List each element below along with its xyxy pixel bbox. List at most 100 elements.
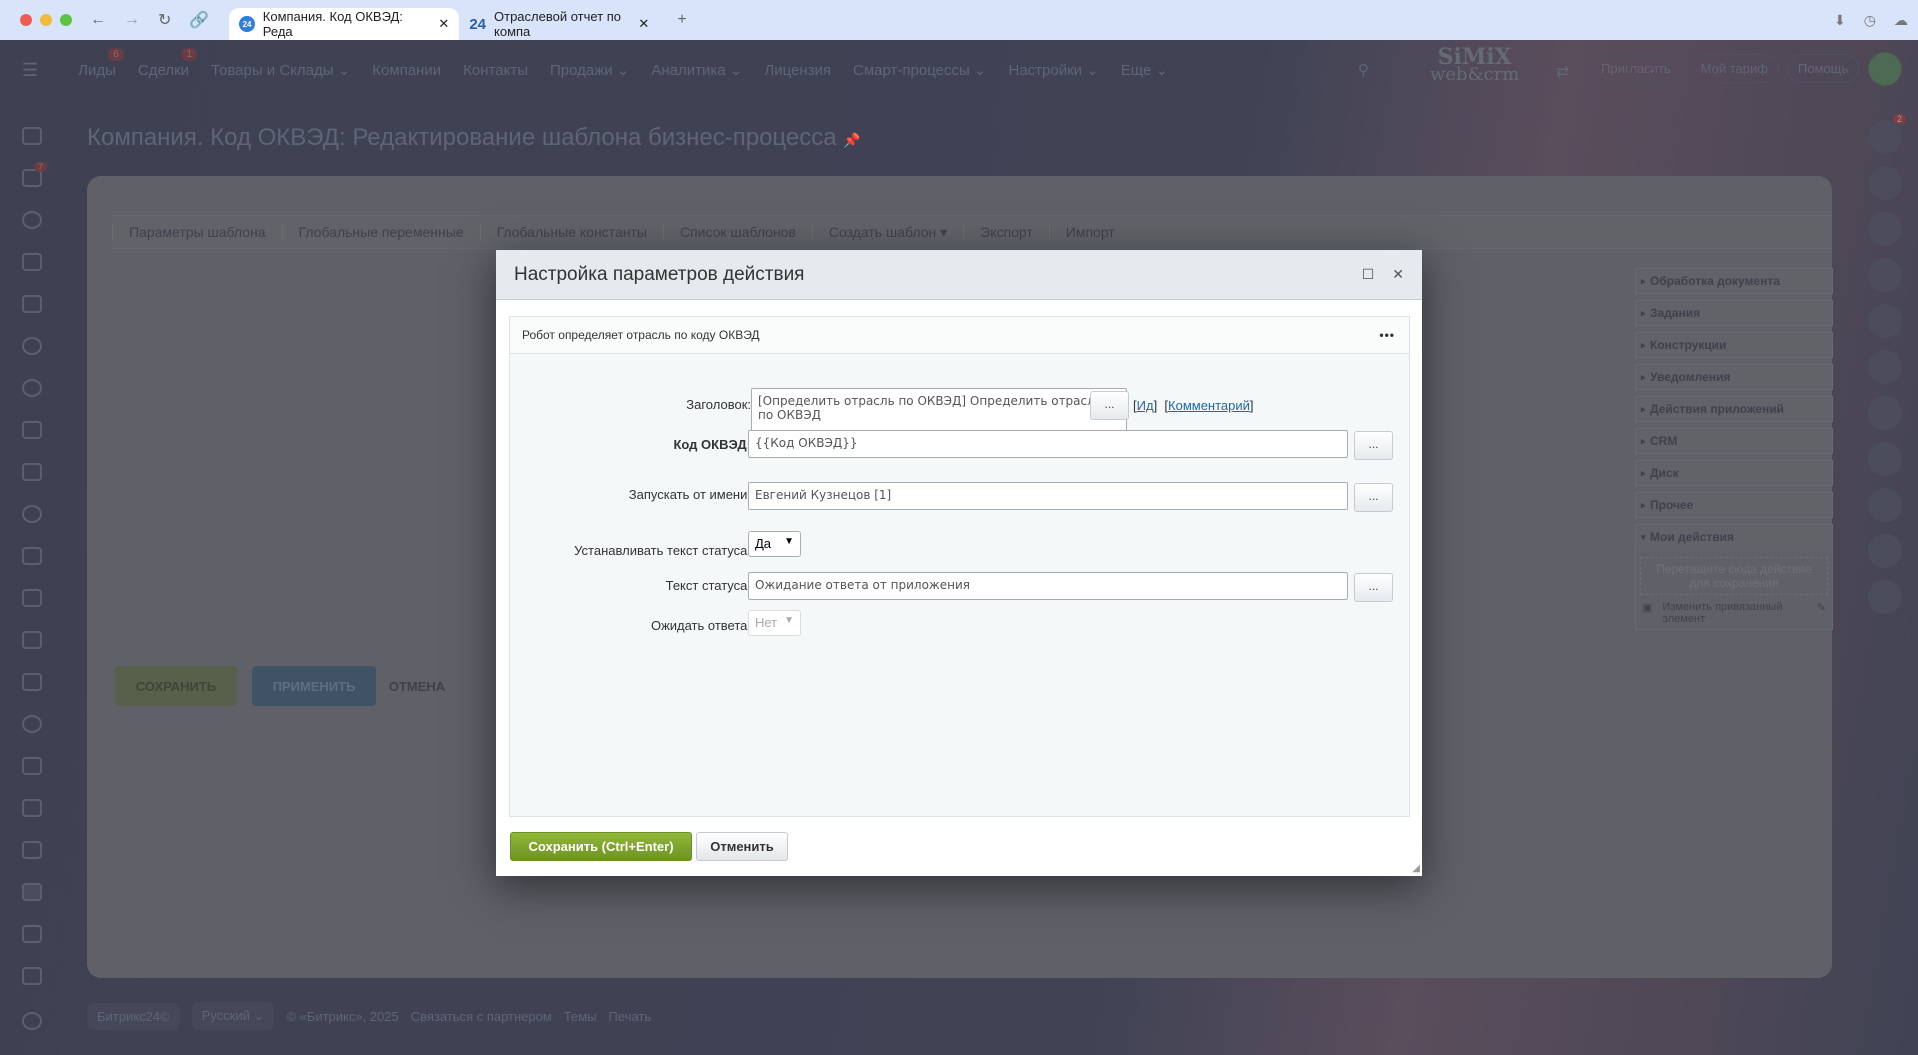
gear-icon[interactable] <box>22 1012 42 1030</box>
more-icon[interactable]: ••• <box>1379 328 1395 342</box>
comment-link[interactable]: Комментарий <box>1168 398 1250 413</box>
id-link[interactable]: Ид <box>1137 398 1154 413</box>
hexagon-icon[interactable] <box>22 505 42 523</box>
title-insert-button[interactable]: ... <box>1090 391 1129 420</box>
tab-template-params[interactable]: Параметры шаблона <box>112 224 282 240</box>
okved-insert-button[interactable]: ... <box>1354 431 1393 460</box>
nav-item-settings[interactable]: Настройки ⌄ <box>1008 61 1098 79</box>
process-icon[interactable] <box>22 379 42 397</box>
contact-icon[interactable] <box>1868 304 1902 338</box>
group-crm[interactable]: CRM <box>1635 428 1833 454</box>
file-icon[interactable] <box>22 589 42 607</box>
wait-select[interactable]: Нет ▼ <box>748 610 801 636</box>
new-tab-button[interactable]: + <box>677 11 686 29</box>
status-text-insert-button[interactable]: ... <box>1354 573 1393 602</box>
okved-input[interactable]: {{Код ОКВЭД}} <box>748 430 1348 458</box>
link-icon[interactable]: 🔗 <box>189 10 209 30</box>
tab-template-list[interactable]: Список шаблонов <box>662 224 812 240</box>
reload-icon[interactable]: ↻ <box>158 10 171 30</box>
tab-create-template[interactable]: Создать шаблон ▾ <box>811 223 963 241</box>
pin-icon[interactable]: 📌 <box>843 132 860 148</box>
messages-icon[interactable] <box>1868 258 1902 292</box>
contact-card-icon[interactable] <box>22 841 42 859</box>
calendar-icon[interactable] <box>22 547 42 565</box>
nav-item-leads[interactable]: Лиды 6 <box>78 47 124 79</box>
search-icon[interactable]: ⚲ <box>1358 61 1369 79</box>
close-tab-icon[interactable]: ✕ <box>438 16 449 32</box>
board-icon[interactable] <box>22 757 42 775</box>
download-icon[interactable]: ⬇ <box>1834 12 1846 29</box>
cart-icon[interactable] <box>22 253 42 271</box>
users-icon[interactable] <box>22 715 42 733</box>
nav-item-companies[interactable]: Компании <box>372 62 441 79</box>
tariff-button[interactable]: Мой тариф <box>1689 54 1779 83</box>
forward-icon[interactable]: → <box>124 11 140 29</box>
group-notifications[interactable]: Уведомления <box>1635 364 1833 390</box>
contact-icon[interactable] <box>1868 350 1902 384</box>
dialog-save-button[interactable]: Сохранить (Ctrl+Enter) <box>510 832 692 861</box>
contact-icon[interactable] <box>1868 534 1902 568</box>
drop-zone[interactable]: Перетащите сюда действие для сохранения <box>1640 557 1828 595</box>
run-as-input[interactable]: Евгений Кузнецов [1] <box>748 482 1348 510</box>
stripes-icon[interactable] <box>22 967 42 985</box>
chat-icon[interactable] <box>22 463 42 481</box>
invite-button[interactable]: Пригласить <box>1590 54 1682 83</box>
chart-icon[interactable] <box>22 799 42 817</box>
nav-item-contacts[interactable]: Контакты <box>463 62 528 79</box>
dialog-cancel-button[interactable]: Отменить <box>696 832 788 861</box>
history-icon[interactable]: ◷ <box>1864 12 1876 29</box>
cloud-icon[interactable]: ☁ <box>1894 12 1908 29</box>
pencil-icon[interactable]: ✎ <box>1817 601 1826 625</box>
title-textarea[interactable]: [Определить отрасль по ОКВЭД] Определить… <box>751 388 1127 432</box>
document-icon[interactable] <box>22 421 42 439</box>
nav-item-goods[interactable]: Товары и Склады ⌄ <box>211 61 350 79</box>
themes-link[interactable]: Темы <box>564 1009 597 1024</box>
terminal-icon[interactable] <box>22 631 42 649</box>
tab-global-variables[interactable]: Глобальные переменные <box>281 224 480 240</box>
nav-item-deals[interactable]: Сделки 1 <box>138 47 198 79</box>
print-link[interactable]: Печать <box>609 1009 652 1024</box>
minimize-window-button[interactable] <box>40 14 52 26</box>
close-tab-icon[interactable]: ✕ <box>638 16 649 32</box>
resize-handle[interactable]: ◢ <box>1412 863 1420 874</box>
menu-icon[interactable]: ☰ <box>22 60 38 81</box>
group-avatar[interactable] <box>1868 442 1902 476</box>
group-app-actions[interactable]: Действия приложений <box>1635 396 1833 422</box>
tab-global-constants[interactable]: Глобальные константы <box>479 224 663 240</box>
my-action-item[interactable]: ▣ Изменить привязанный элемент ✎ <box>1636 601 1832 625</box>
group-tasks[interactable]: Задания <box>1635 300 1833 326</box>
set-status-select[interactable]: Да ▼ <box>748 531 801 557</box>
swap-icon[interactable]: ⇄ <box>1556 62 1569 82</box>
group-my-actions[interactable]: Мои действия <box>1636 525 1832 551</box>
profile-icon[interactable] <box>1868 580 1902 614</box>
browser-tab-active[interactable]: 24 Компания. Код ОКВЭД: Реда ✕ <box>229 8 460 40</box>
user-avatar[interactable] <box>1868 488 1902 522</box>
nav-item-smart-processes[interactable]: Смарт-процессы ⌄ <box>853 61 986 79</box>
partner-link[interactable]: Связаться с партнером <box>411 1009 552 1024</box>
run-as-insert-button[interactable]: ... <box>1354 483 1393 512</box>
nav-item-license[interactable]: Лицензия <box>764 62 831 79</box>
chat-channel-icon[interactable] <box>1868 166 1902 200</box>
brand-link[interactable]: Битрикс24© <box>87 1002 180 1030</box>
group-constructions[interactable]: Конструкции <box>1635 332 1833 358</box>
help-button[interactable]: Помощь <box>1786 54 1860 83</box>
exchange-icon[interactable] <box>1868 212 1902 246</box>
tab-import[interactable]: Импорт <box>1048 224 1131 240</box>
close-icon[interactable]: ✕ <box>1392 266 1404 283</box>
nav-item-sales[interactable]: Продажи ⌄ <box>550 61 629 79</box>
group-document-processing[interactable]: Обработка документа <box>1635 268 1833 294</box>
group-disk[interactable]: Диск <box>1635 460 1833 486</box>
language-select[interactable]: Русский ⌄ <box>191 1002 275 1030</box>
browser-tab[interactable]: 24 Отраслевой отчет по компа ✕ <box>459 8 659 40</box>
nav-item-analytics[interactable]: Аналитика ⌄ <box>651 61 742 79</box>
user-avatar[interactable] <box>1868 52 1902 86</box>
info-chat-icon[interactable] <box>1868 396 1902 430</box>
maximize-window-button[interactable] <box>60 14 72 26</box>
page-cancel-button[interactable]: ОТМЕНА <box>387 666 447 706</box>
page-apply-button[interactable]: ПРИМЕНИТЬ <box>252 666 376 706</box>
nav-item-more[interactable]: Еще ⌄ <box>1121 61 1168 79</box>
home-icon[interactable] <box>22 127 42 145</box>
tab-export[interactable]: Экспорт <box>963 224 1049 240</box>
target-icon[interactable] <box>22 211 42 229</box>
status-text-input[interactable]: Ожидание ответа от приложения <box>748 572 1348 600</box>
